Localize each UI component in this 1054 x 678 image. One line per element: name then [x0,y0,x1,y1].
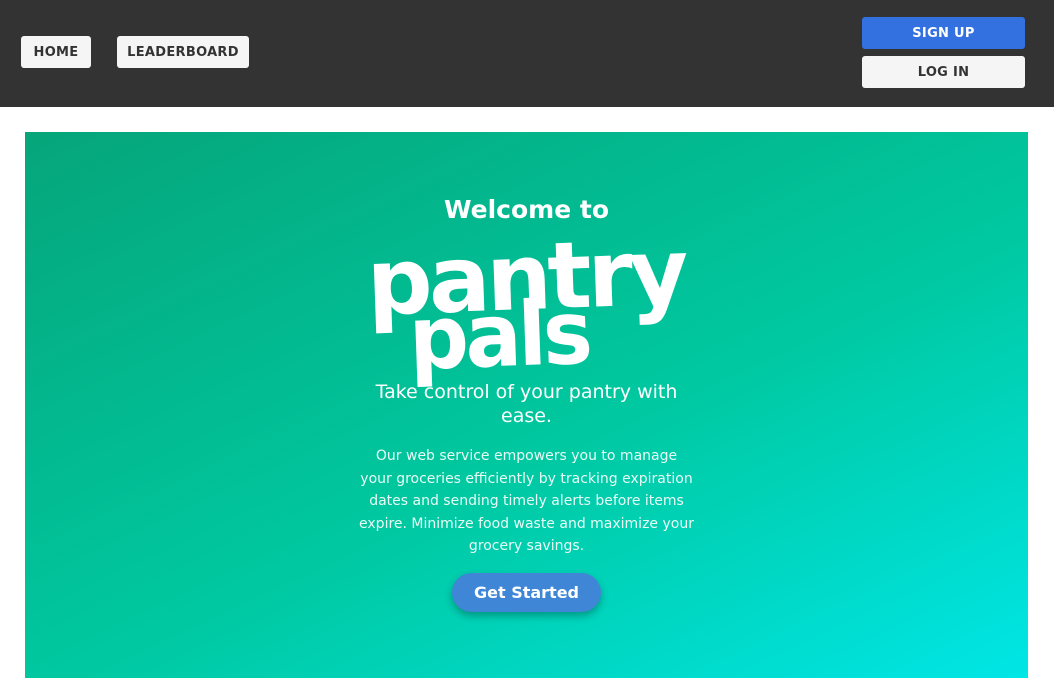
pantry-pals-logo: pantry pals [365,226,689,390]
log-in-button[interactable]: LOG IN [862,56,1025,88]
leaderboard-button[interactable]: LEADERBOARD [117,36,249,68]
sign-up-button[interactable]: SIGN UP [862,17,1025,49]
hero-description: Our web service empowers you to manage y… [359,448,694,554]
logo-text-pals: pals [407,281,591,390]
tagline: Take control of your pantry with ease. [375,381,678,427]
top-navbar: HOME LEADERBOARD SIGN UP LOG IN [0,0,1054,107]
hero-section: Welcome to pantry pals Take control of y… [25,132,1028,678]
get-started-button[interactable]: Get Started [452,573,601,612]
home-button[interactable]: HOME [21,36,91,68]
welcome-heading: Welcome to [443,195,610,224]
